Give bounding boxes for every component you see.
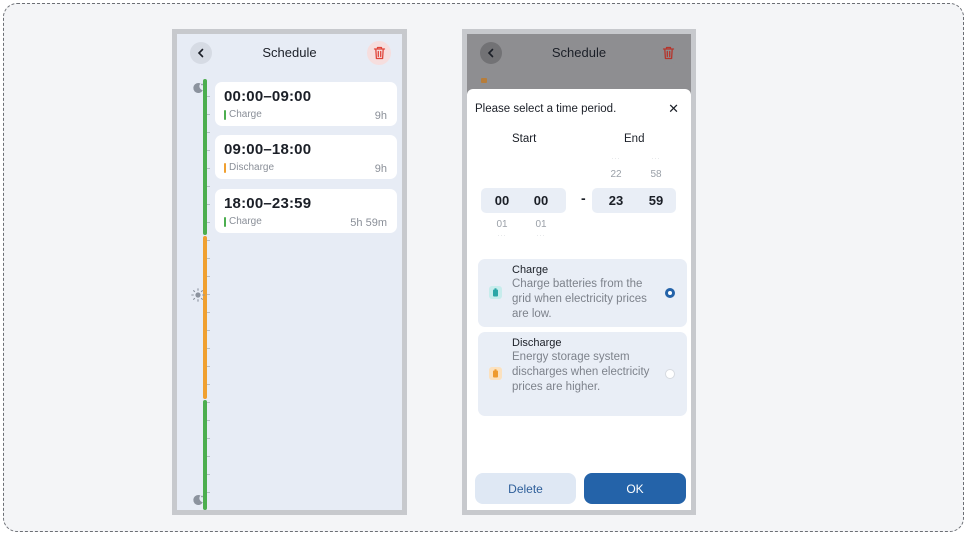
option-description: Energy storage system discharges when el… bbox=[512, 351, 650, 393]
schedule-card[interactable]: 09:00–18:00 Discharge 9h bbox=[215, 135, 397, 179]
moon-icon bbox=[191, 493, 205, 507]
end-hour[interactable]: 23 bbox=[602, 193, 630, 208]
delete-button[interactable]: Delete bbox=[475, 473, 576, 504]
discharge-indicator bbox=[224, 162, 226, 173]
mode-label: Charge bbox=[224, 216, 262, 227]
time-separator: - bbox=[581, 190, 586, 206]
duration: 5h 59m bbox=[350, 217, 387, 229]
duration: 9h bbox=[374, 163, 387, 175]
start-minute-option[interactable]: ··· bbox=[527, 233, 555, 239]
mode-label: Discharge bbox=[224, 162, 274, 173]
battery-discharge-icon bbox=[489, 367, 502, 380]
start-hour-option[interactable]: 01 bbox=[488, 219, 516, 230]
battery-charge-icon bbox=[489, 286, 502, 299]
start-minute-option[interactable]: 01 bbox=[527, 219, 555, 230]
option-title: Discharge bbox=[512, 337, 562, 349]
discharge-option[interactable]: Discharge Energy storage system discharg… bbox=[478, 332, 687, 416]
schedule-card[interactable]: 00:00–09:00 Charge 9h bbox=[215, 82, 397, 126]
charge-radio-selected[interactable] bbox=[665, 288, 675, 298]
charge-indicator bbox=[224, 109, 226, 120]
schedule-header: Schedule bbox=[467, 34, 691, 74]
end-minute-option[interactable]: ··· bbox=[642, 156, 670, 162]
time-range: 09:00–18:00 bbox=[224, 141, 312, 158]
time-period-dialog: Please select a time period. ✕ Start End… bbox=[467, 89, 691, 510]
option-description: Charge batteries from the grid when elec… bbox=[512, 278, 647, 320]
mode-label: Charge bbox=[224, 109, 262, 120]
dialog-prompt: Please select a time period. bbox=[475, 103, 617, 115]
end-minute-option[interactable]: 58 bbox=[642, 169, 670, 180]
trash-icon bbox=[373, 46, 385, 60]
sun-icon bbox=[191, 288, 205, 302]
time-range: 18:00–23:59 bbox=[224, 195, 312, 212]
end-hour-option[interactable]: ··· bbox=[602, 156, 630, 162]
end-hour-option[interactable]: 22 bbox=[602, 169, 630, 180]
delete-schedule-button[interactable] bbox=[367, 41, 391, 65]
end-label: End bbox=[624, 133, 645, 145]
trash-icon bbox=[662, 46, 674, 60]
time-range: 00:00–09:00 bbox=[224, 88, 312, 105]
start-label: Start bbox=[512, 133, 537, 145]
schedule-card[interactable]: 18:00–23:59 Charge 5h 59m bbox=[215, 189, 397, 233]
discharge-radio[interactable] bbox=[665, 369, 675, 379]
start-minute[interactable]: 00 bbox=[527, 193, 555, 208]
schedule-header: Schedule bbox=[177, 34, 402, 74]
start-hour[interactable]: 00 bbox=[488, 193, 516, 208]
charge-option[interactable]: Charge Charge batteries from the grid wh… bbox=[478, 259, 687, 327]
schedule-screen: Schedule 00:00–09:00 Charge 9h 09:00–18:… bbox=[172, 29, 407, 515]
duration: 9h bbox=[374, 110, 387, 122]
timeline-ticks bbox=[207, 79, 210, 510]
delete-schedule-button[interactable] bbox=[656, 41, 680, 65]
obscured-card-edge bbox=[481, 78, 487, 83]
schedule-edit-screen: Schedule Please select a time period. ✕ … bbox=[462, 29, 696, 515]
option-title: Charge bbox=[512, 264, 549, 276]
close-icon[interactable]: ✕ bbox=[668, 101, 679, 117]
charge-indicator bbox=[224, 216, 226, 227]
end-minute[interactable]: 59 bbox=[642, 193, 670, 208]
start-hour-option[interactable]: ··· bbox=[488, 233, 516, 239]
ok-button[interactable]: OK bbox=[584, 473, 686, 504]
